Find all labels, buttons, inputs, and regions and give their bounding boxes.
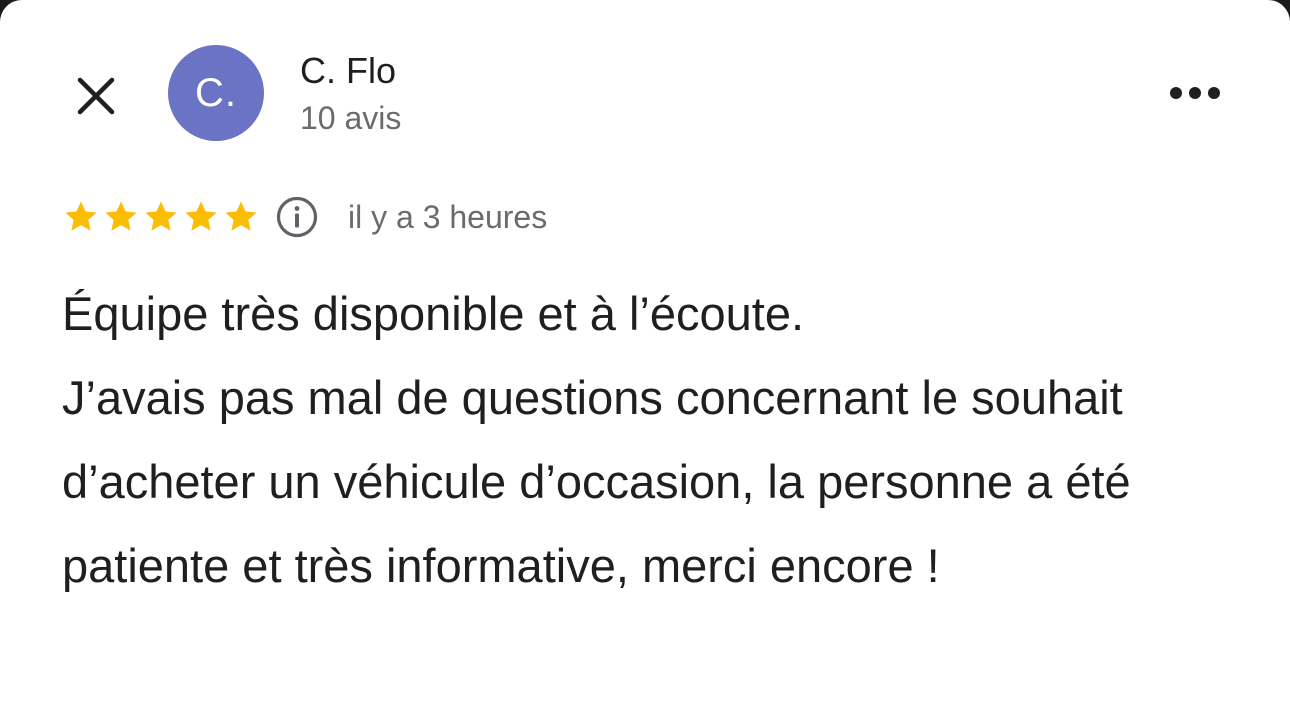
info-icon [276, 196, 318, 238]
star-icon [185, 201, 217, 231]
review-line-2: J’avais pas mal de questions concernant … [62, 371, 1131, 592]
rounded-corner-right [1268, 0, 1290, 22]
review-count: 10 avis [300, 100, 402, 136]
review-text: Équipe très disponible et à l’écoute. J’… [62, 272, 1262, 608]
review-time: il y a 3 heures [348, 198, 548, 235]
author-name[interactable]: C. Flo [300, 50, 396, 92]
rounded-corner-left [0, 0, 22, 22]
avatar[interactable]: C. [168, 45, 264, 141]
star-icon [105, 201, 137, 231]
rating-row: il y a 3 heures [62, 192, 547, 242]
close-icon [77, 77, 115, 115]
more-horizontal-icon [1170, 87, 1220, 99]
star-icon [65, 201, 97, 231]
avatar-initials: C. [195, 70, 237, 115]
star-icon [225, 201, 257, 231]
more-options-button[interactable] [1160, 70, 1230, 116]
review-line-1: Équipe très disponible et à l’écoute. [62, 287, 805, 340]
star-rating [62, 198, 260, 236]
info-button[interactable] [274, 194, 320, 240]
screen-top-edge [0, 0, 1290, 22]
star-icon [145, 201, 177, 231]
close-button[interactable] [66, 66, 126, 126]
